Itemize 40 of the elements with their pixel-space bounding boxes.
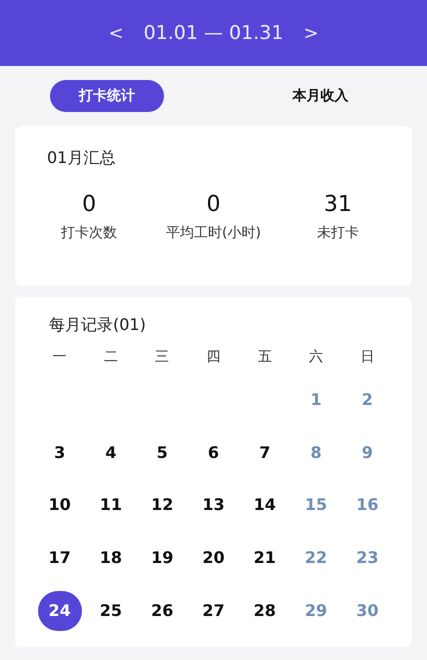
weekday-label: 五 bbox=[258, 348, 272, 367]
calendar-day[interactable]: 12 bbox=[151, 493, 174, 518]
calendar-day[interactable]: 24 bbox=[38, 590, 82, 631]
calendar-day[interactable]: 26 bbox=[151, 598, 174, 623]
stat-value: 0 bbox=[206, 191, 220, 219]
weekday-label: 六 bbox=[309, 348, 324, 367]
calendar-day[interactable]: 18 bbox=[100, 546, 122, 570]
tab[interactable]: 打卡统计 bbox=[50, 80, 164, 112]
stat-value: 0 bbox=[82, 191, 96, 219]
stat-label: 打卡次数 bbox=[61, 224, 118, 243]
previous-button[interactable]: < bbox=[108, 20, 124, 46]
calendar-day[interactable]: 27 bbox=[202, 598, 225, 623]
calendar-day[interactable]: 4 bbox=[105, 440, 116, 465]
calendar-day[interactable]: 28 bbox=[254, 598, 276, 623]
calendar-day[interactable]: 3 bbox=[54, 440, 66, 465]
stat-label: 平均工时(小时) bbox=[166, 224, 261, 243]
calendar-day[interactable]: 6 bbox=[208, 440, 220, 465]
calendar-day[interactable]: 7 bbox=[259, 440, 270, 465]
weekday-label: 四 bbox=[206, 348, 220, 367]
weekday-label: 日 bbox=[360, 348, 374, 367]
weekday-label: 二 bbox=[104, 348, 118, 367]
weekday-label: 一 bbox=[52, 348, 67, 367]
date-range: 01.01 — 01.31 bbox=[144, 20, 284, 46]
tab[interactable]: 本月收入 bbox=[263, 80, 378, 112]
calendar-day[interactable]: 19 bbox=[151, 546, 174, 570]
stat-value: 31 bbox=[324, 191, 352, 219]
calendar-day[interactable]: 10 bbox=[48, 493, 71, 518]
stat-label: 未打卡 bbox=[316, 224, 359, 243]
card-title: 01月汇总 bbox=[47, 147, 116, 169]
calendar-day[interactable]: 11 bbox=[100, 493, 122, 518]
calendar-day[interactable]: 21 bbox=[254, 546, 276, 570]
next-button[interactable]: > bbox=[303, 20, 319, 46]
calendar-day[interactable]: 25 bbox=[100, 598, 122, 623]
calendar-day[interactable]: 20 bbox=[202, 546, 225, 570]
card-title: 每月记录(01) bbox=[49, 314, 147, 336]
calendar-day[interactable]: 17 bbox=[48, 546, 71, 570]
calendar-day[interactable]: 13 bbox=[202, 493, 225, 518]
weekday-label: 三 bbox=[155, 348, 170, 367]
calendar-day[interactable]: 5 bbox=[156, 440, 168, 465]
calendar-day[interactable]: 14 bbox=[254, 493, 276, 518]
